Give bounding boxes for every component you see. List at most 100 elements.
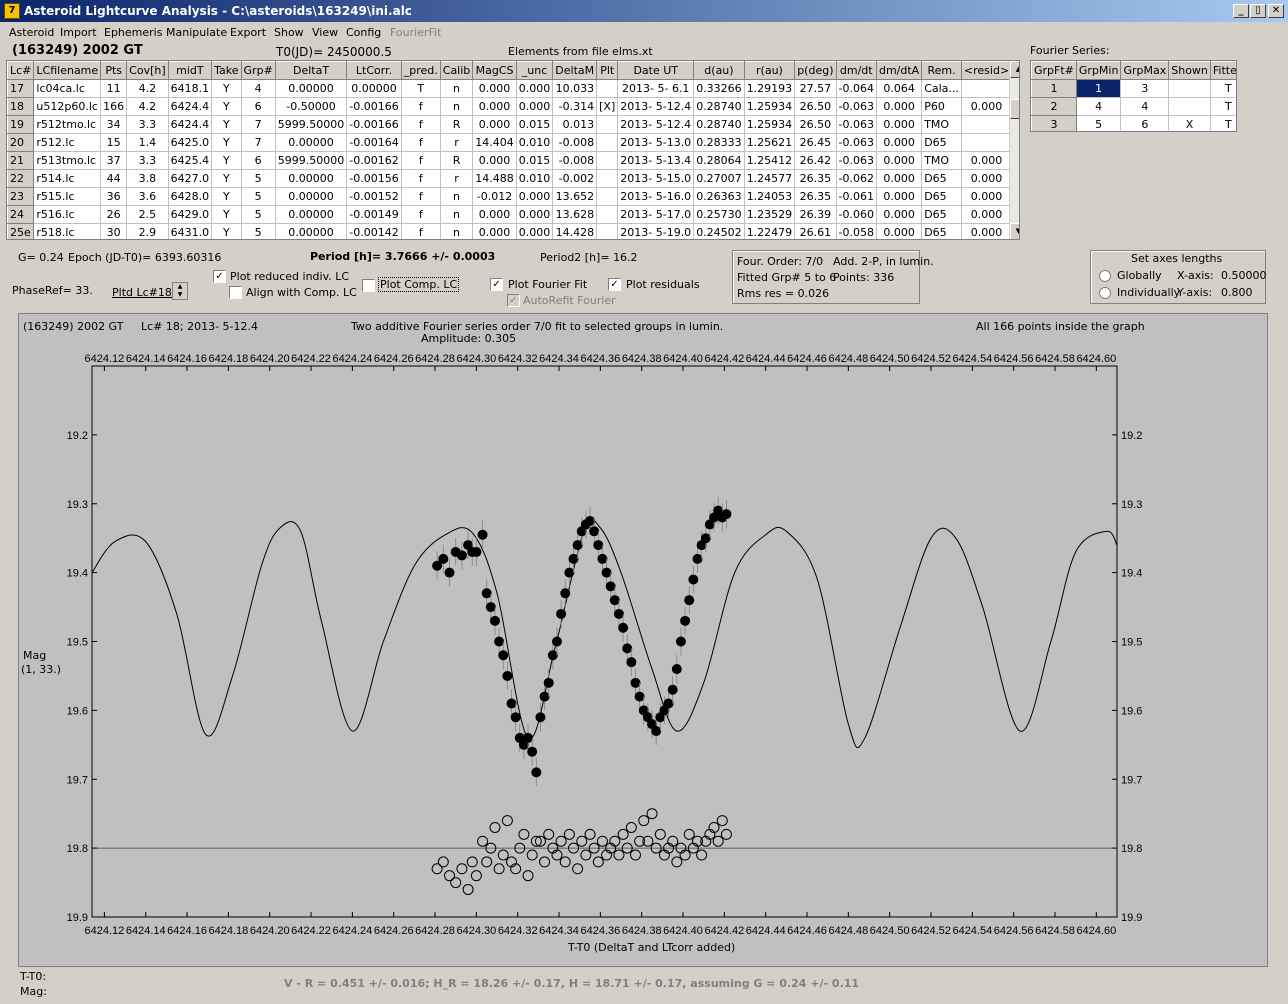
table-cell[interactable]: -0.008 (552, 133, 598, 152)
y-axis-value[interactable]: 0.800 (1221, 286, 1253, 299)
table-cell[interactable]: 6424.4 (167, 115, 213, 134)
table-cell[interactable]: 6424.4 (167, 97, 213, 116)
table-cell[interactable]: 30 (100, 223, 128, 239)
table-cell[interactable]: D65 (921, 205, 962, 224)
table-cell[interactable]: 23 (7, 187, 35, 206)
table-cell[interactable]: 0.33266 (693, 79, 745, 98)
table-cell[interactable]: 0.000 (875, 97, 923, 116)
table-cell[interactable]: r512.lc (33, 133, 102, 152)
table-cell[interactable] (596, 169, 619, 188)
table-cell[interactable]: 3.8 (126, 169, 169, 188)
globally-radio[interactable] (1099, 270, 1111, 282)
table-cell[interactable]: [X] (596, 97, 619, 116)
table-cell[interactable]: -0.00142 (346, 223, 402, 239)
table-cell[interactable]: 2.9 (126, 223, 169, 239)
table-cell[interactable]: 0.015 (515, 151, 554, 170)
table-cell[interactable]: f (400, 97, 441, 116)
close-button[interactable]: ✕ (1268, 4, 1284, 18)
plot-residuals-checkbox[interactable]: ✓ (608, 278, 621, 291)
table-cell[interactable]: 36 (100, 187, 128, 206)
table-cell[interactable]: 0.000 (875, 133, 923, 152)
table-cell[interactable]: 15 (100, 133, 128, 152)
column-header[interactable]: Cov[h] (126, 61, 169, 80)
table-cell[interactable]: f (400, 151, 441, 170)
table-cell[interactable]: 0.28740 (693, 97, 745, 116)
fourier-cell[interactable]: 3 (1031, 115, 1077, 131)
table-cell[interactable]: 2013- 5-15.0 (617, 169, 695, 188)
spin-down-icon[interactable]: ▼ (173, 291, 187, 299)
column-header[interactable]: Calib (439, 61, 474, 80)
table-cell[interactable]: r514.lc (33, 169, 102, 188)
table-cell[interactable]: -0.00164 (346, 133, 402, 152)
table-cell[interactable]: f (400, 223, 441, 239)
table-cell[interactable]: 14.404 (472, 133, 517, 152)
table-cell[interactable]: -0.314 (552, 97, 598, 116)
fourier-cell[interactable]: 3 (1120, 79, 1170, 98)
align-comp-checkbox[interactable] (229, 286, 242, 299)
table-cell[interactable]: 6425.0 (167, 133, 213, 152)
scroll-thumb[interactable] (1010, 99, 1019, 119)
table-cell[interactable]: 4 (240, 79, 276, 98)
column-header[interactable]: DeltaT (274, 61, 348, 80)
table-cell[interactable]: TMO (921, 151, 962, 170)
table-cell[interactable]: 4.2 (126, 79, 169, 98)
fourier-series-table[interactable]: GrpFt#GrpMinGrpMaxShownFitted 113T244T35… (1030, 60, 1237, 132)
table-cell[interactable]: 18 (7, 97, 35, 116)
table-cell[interactable]: -0.062 (835, 169, 877, 188)
table-cell[interactable]: 5 (240, 187, 276, 206)
fourier-cell[interactable]: 6 (1120, 115, 1170, 131)
table-cell[interactable]: Y (211, 151, 242, 170)
spin-up-icon[interactable]: ▲ (173, 283, 187, 291)
table-row[interactable]: 17 lc04ca.lc 11 4.2 6418.1 Y 4 0.00000 0.00000 Tn… (7, 79, 1019, 98)
table-cell[interactable] (960, 79, 1013, 98)
table-cell[interactable]: 0.000 (472, 97, 517, 116)
table-cell[interactable]: 1.23529 (743, 205, 796, 224)
table-cell[interactable]: -0.008 (552, 151, 598, 170)
table-cell[interactable]: r516.lc (33, 205, 102, 224)
column-header[interactable]: p(deg) (794, 61, 837, 80)
table-cell[interactable]: f (400, 187, 441, 206)
table-cell[interactable]: 0.000 (875, 115, 923, 134)
table-cell[interactable]: 0.00000 (274, 187, 348, 206)
table-cell[interactable]: 0.000 (875, 187, 923, 206)
table-cell[interactable]: 6425.4 (167, 151, 213, 170)
table-cell[interactable]: -0.061 (835, 187, 877, 206)
table-cell[interactable]: 0.26363 (693, 187, 745, 206)
table-cell[interactable] (596, 205, 619, 224)
column-header[interactable]: DeltaM (552, 61, 598, 80)
table-cell[interactable]: 1.25621 (743, 133, 796, 152)
table-cell[interactable]: 2013- 5-19.0 (617, 223, 695, 239)
table-cell[interactable]: 2013- 5-13.4 (617, 151, 695, 170)
table-cell[interactable] (960, 133, 1013, 152)
table-cell[interactable]: 0.25730 (693, 205, 745, 224)
lightcurve-table[interactable]: Lc# LCfilename Pts Cov[h] midT Take Grp# DeltaT… (6, 60, 1020, 240)
autorefit-checkbox[interactable]: ✓ (507, 294, 520, 307)
fourier-cell[interactable]: 1 (1031, 79, 1077, 98)
column-header[interactable]: dm/dt (835, 61, 877, 80)
table-cell[interactable]: r515.lc (33, 187, 102, 206)
table-cell[interactable]: f (400, 205, 441, 224)
table-cell[interactable]: Y (211, 79, 242, 98)
table-cell[interactable]: -0.058 (835, 223, 877, 239)
table-cell[interactable]: -0.00149 (346, 205, 402, 224)
table-cell[interactable]: r (439, 169, 474, 188)
table-cell[interactable]: 1.25412 (743, 151, 796, 170)
table-cell[interactable]: r (439, 133, 474, 152)
table-cell[interactable]: 3.3 (126, 151, 169, 170)
table-cell[interactable]: -0.063 (835, 115, 877, 134)
table-cell[interactable]: 26.35 (794, 187, 837, 206)
table-row[interactable]: 20 r512.lc 15 1.4 6425.0 Y 7 0.00000 -0.00164 f r 1… (7, 133, 1019, 152)
column-header[interactable]: r(au) (743, 61, 796, 80)
table-cell[interactable]: 2013- 5-12.4 (617, 97, 695, 116)
menu-view[interactable]: View (312, 26, 338, 39)
table-cell[interactable]: Y (211, 187, 242, 206)
table-cell[interactable]: 5 (240, 205, 276, 224)
x-axis-value[interactable]: 0.50000 (1221, 269, 1267, 282)
table-cell[interactable]: 6431.0 (167, 223, 213, 239)
table-cell[interactable]: 1.22479 (743, 223, 796, 239)
column-header[interactable]: Grp# (240, 61, 276, 80)
column-header[interactable]: _unc (515, 61, 554, 80)
table-row[interactable]: 21 r513tmo.lc 37 3.3 6425.4 Y 6 5999.50000 -0.00… (7, 151, 1019, 170)
table-cell[interactable]: 1.24577 (743, 169, 796, 188)
table-cell[interactable] (596, 187, 619, 206)
